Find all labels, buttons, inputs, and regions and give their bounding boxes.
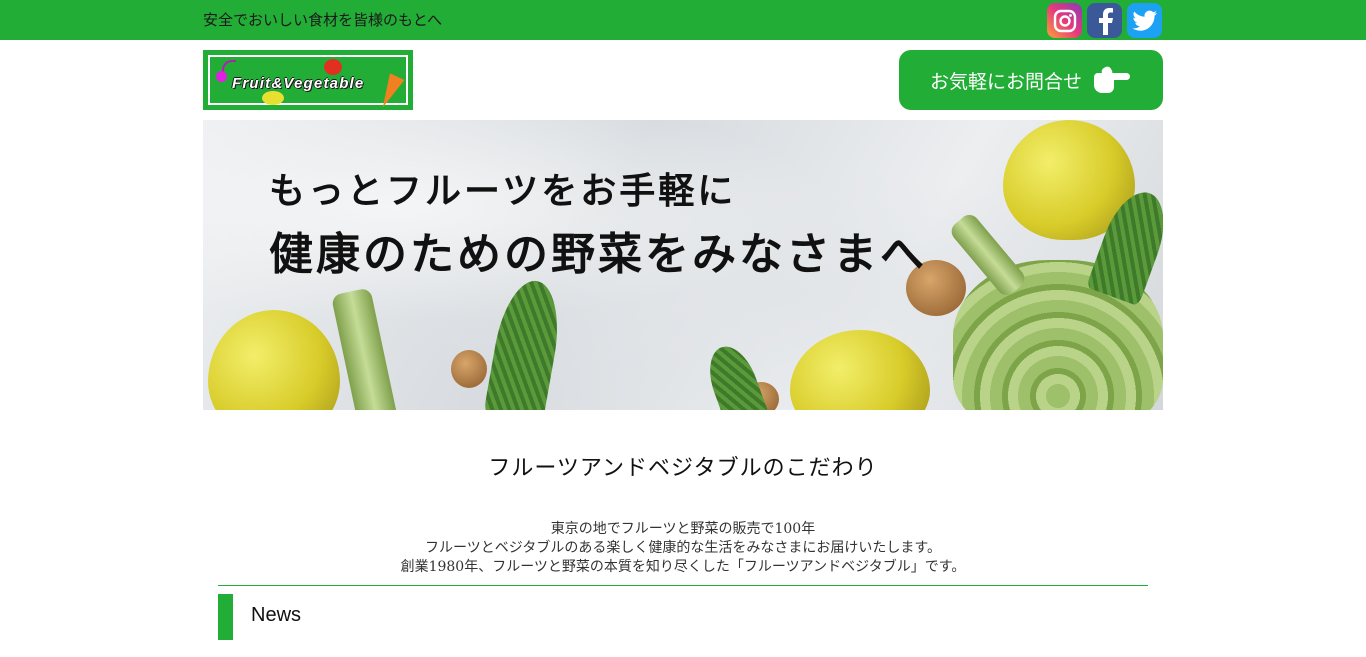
contact-label: お気軽にお問合せ — [929, 70, 1082, 93]
carrot-icon — [375, 73, 405, 111]
instagram-glyph — [1053, 9, 1076, 32]
logo-frame: Fruit&Vegetable — [208, 55, 408, 111]
top-bar: 安全でおいしい食材を皆様のもとへ — [0, 0, 1366, 40]
facebook-glyph — [1098, 7, 1113, 35]
section-divider — [218, 585, 1148, 586]
concept-title: フルーツアンドベジタブルのこだわり — [488, 456, 878, 481]
twitter-icon[interactable] — [1127, 3, 1162, 38]
hero-line-1: もっとフルーツをお手軽に — [269, 170, 737, 212]
twitter-glyph — [1132, 10, 1157, 31]
hero-banner: もっとフルーツをお手軽に 健康のための野菜をみなさまへ — [203, 120, 1163, 410]
hero-line-2: 健康のための野菜をみなさまへ — [269, 229, 927, 280]
news-accent-bar — [218, 594, 233, 640]
social-links — [1047, 3, 1162, 38]
concept-line-1: 東京の地でフルーツと野菜の販売で100年 — [550, 521, 816, 537]
concept-line-2: フルーツとベジタブルのある楽しく健康的な生活をみなさまにお届けいたします。 — [424, 540, 942, 556]
lemon-icon — [262, 91, 284, 105]
pointing-hand-icon — [1092, 65, 1132, 95]
instagram-icon[interactable] — [1047, 3, 1082, 38]
news-heading: News — [251, 604, 302, 626]
concept-body: 東京の地でフルーツと野菜の販売で100年 フルーツとベジタブルのある楽しく健康的… — [0, 520, 1366, 577]
pear-image — [208, 310, 340, 410]
celery-stalk-image — [330, 287, 400, 410]
cherry-icon — [216, 71, 227, 82]
concept-line-3: 創業1980年、フルーツと野菜の本質を知り尽くした「フルーツアンドベジタブル」で… — [400, 559, 966, 575]
facebook-icon[interactable] — [1087, 3, 1122, 38]
contact-button[interactable]: お気軽にお問合せ — [899, 50, 1163, 110]
pear-image — [790, 330, 930, 410]
hazelnut-image — [451, 350, 487, 388]
site-logo[interactable]: Fruit&Vegetable — [203, 50, 413, 111]
tomato-icon — [324, 59, 342, 75]
carrot-top-image — [483, 275, 567, 410]
tagline: 安全でおいしい食材を皆様のもとへ — [203, 11, 442, 29]
carrot-top-image — [700, 339, 770, 410]
logo-text: Fruit&Vegetable — [232, 75, 365, 92]
